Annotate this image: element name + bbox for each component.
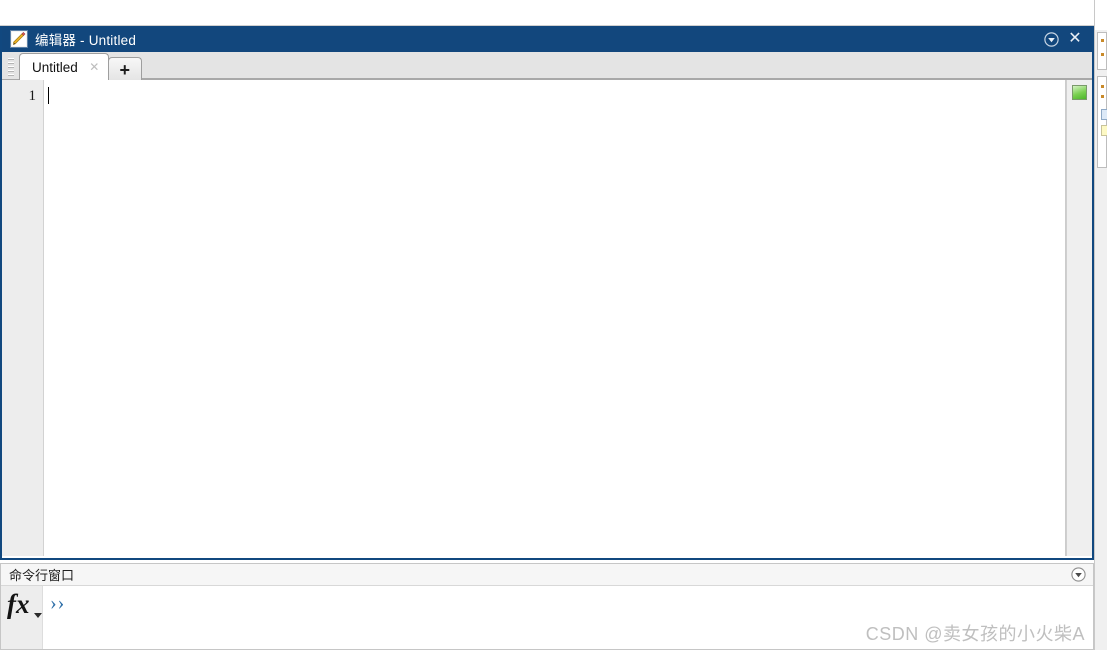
new-tab-button[interactable]: + — [107, 57, 142, 82]
command-window-body: fx ›› CSDN @卖女孩的小火柴A — [1, 586, 1093, 649]
tabstrip-filler — [141, 54, 1092, 79]
command-window-gutter: fx — [1, 586, 43, 649]
editor-tabstrip: Untitled ✕ + — [2, 52, 1092, 82]
background-panel-row-blue — [1101, 109, 1107, 120]
editor-body: 1 — [2, 80, 1092, 556]
background-panel-card-upper — [1097, 32, 1107, 70]
background-panel-row-yellow — [1101, 125, 1107, 136]
fx-icon[interactable]: fx — [7, 589, 30, 619]
editor-tab-label: Untitled — [32, 59, 78, 75]
application-root: 编辑器 - Untitled ✕ Untitled ✕ + 1 命令行窗口 fx… — [0, 0, 1107, 650]
background-panel-dot — [1101, 39, 1104, 42]
editor-tab-untitled[interactable]: Untitled ✕ — [19, 53, 109, 80]
background-panel-card-lower — [1097, 76, 1107, 168]
text-caret — [48, 87, 49, 104]
dock-menu-icon[interactable] — [1067, 564, 1089, 586]
command-window: 命令行窗口 fx ›› CSDN @卖女孩的小火柴A — [0, 563, 1094, 650]
close-icon[interactable]: ✕ — [1064, 28, 1086, 50]
editor-title-text: 编辑器 - Untitled — [35, 33, 137, 48]
background-panel-dot — [1101, 95, 1104, 98]
chevron-down-icon[interactable] — [34, 613, 42, 618]
titlebar-grip — [2, 26, 6, 52]
code-analyzer-status-icon[interactable] — [1072, 85, 1087, 100]
tabstrip-drag-handle[interactable] — [6, 56, 16, 78]
csdn-watermark: CSDN @卖女孩的小火柴A — [865, 624, 1085, 644]
background-docked-panel — [1094, 0, 1107, 650]
editor-titlebar[interactable]: 编辑器 - Untitled ✕ — [2, 26, 1092, 52]
background-panel-dot — [1101, 85, 1104, 88]
toolstrip-area — [0, 0, 1094, 26]
code-analyzer-rail[interactable] — [1066, 80, 1092, 556]
editor-line-number-gutter: 1 — [2, 80, 44, 556]
close-icon[interactable]: ✕ — [88, 61, 101, 73]
editor-window: 编辑器 - Untitled ✕ Untitled ✕ + 1 — [0, 26, 1094, 560]
editor-pencil-icon — [10, 30, 28, 48]
dock-menu-icon[interactable] — [1040, 28, 1062, 50]
background-panel-dot — [1101, 53, 1104, 56]
command-window-title: 命令行窗口 — [9, 568, 75, 583]
command-prompt-symbol: ›› — [50, 592, 66, 614]
background-panel-top-strip — [1095, 0, 1107, 30]
command-window-header: 命令行窗口 — [1, 564, 1093, 586]
code-editor-text-area[interactable] — [44, 80, 1066, 556]
line-number: 1 — [28, 88, 37, 104]
